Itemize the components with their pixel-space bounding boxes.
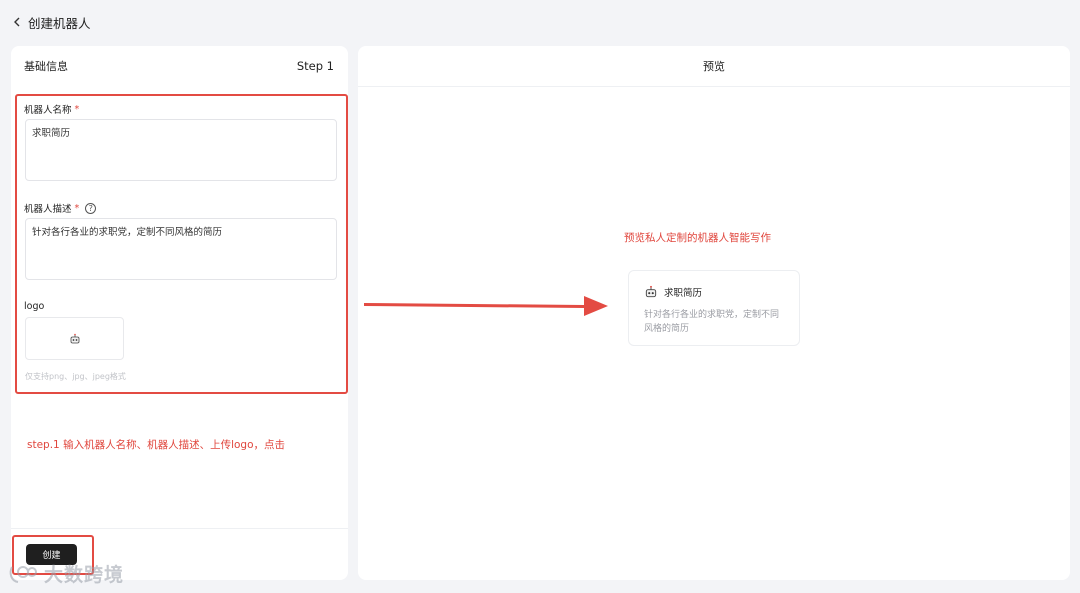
logo-label-text: logo [24, 301, 45, 312]
logo-format-hint: 仅支持png、jpg、jpeg格式 [25, 372, 126, 381]
desc-label-text: 机器人描述 [24, 204, 72, 215]
robot-preview-card[interactable]: 求职简历 针对各行各业的求职党，定制不同风格的简历 [628, 270, 800, 346]
chevron-left-icon[interactable] [12, 17, 22, 27]
watermark-logo-icon [9, 565, 37, 583]
robot-logo-icon [70, 333, 79, 343]
preview-header: 预览 [358, 46, 1070, 87]
robot-desc-value: 针对各行各业的求职党，定制不同风格的简历 [32, 227, 223, 238]
robot-logo-icon [645, 285, 657, 298]
divider [11, 528, 348, 529]
name-label-text: 机器人名称 [24, 105, 72, 116]
step-annotation: step.1 输入机器人名称、机器人描述、上传logo，点击 [27, 439, 285, 451]
required-mark: * [74, 202, 80, 214]
preview-title: 预览 [703, 60, 725, 73]
annotation-arrow-icon [364, 296, 608, 316]
required-mark: * [74, 103, 80, 115]
step-indicator: Step 1 [296, 59, 334, 73]
basic-info-header: 基础信息 Step 1 [11, 46, 348, 86]
logo-upload[interactable] [25, 317, 124, 360]
watermark-text: 大数跨境 [44, 564, 125, 586]
robot-name-input[interactable]: 求职简历 [25, 119, 337, 181]
name-field-label: 机器人名称 * [24, 102, 80, 117]
top-bar: 创建机器人 [12, 12, 91, 32]
preview-annotation: 预览私人定制的机器人智能写作 [624, 232, 771, 244]
robot-desc-input[interactable]: 针对各行各业的求职党，定制不同风格的简历 [25, 218, 337, 280]
watermark: 大数跨境 [8, 560, 124, 587]
logo-field-label: logo [24, 301, 44, 312]
preview-card-desc: 针对各行各业的求职党，定制不同风格的简历 [644, 310, 780, 334]
preview-card-name: 求职简历 [664, 288, 703, 299]
page-title: 创建机器人 [28, 15, 91, 31]
basic-info-title: 基础信息 [24, 60, 68, 73]
preview-card-header: 求职简历 [644, 285, 785, 299]
robot-name-value: 求职简历 [32, 128, 71, 139]
desc-field-label: 机器人描述 * ? [24, 201, 97, 215]
question-circle-icon[interactable]: ? [85, 202, 97, 214]
